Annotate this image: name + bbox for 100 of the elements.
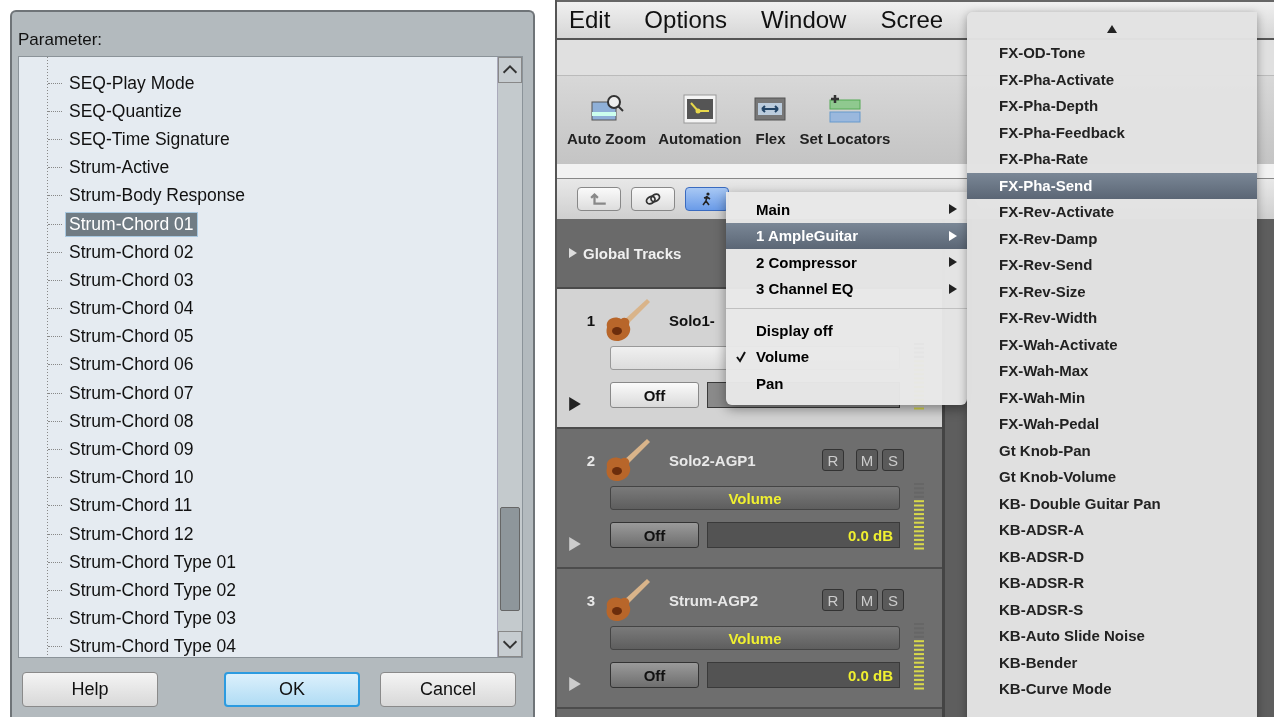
scroll-up-arrow-icon[interactable]: [1107, 25, 1117, 33]
menu-item[interactable]: KB-Auto Slide Noise: [967, 623, 1257, 650]
menu-item[interactable]: FX-Wah-Pedal: [967, 411, 1257, 438]
automation-icon: [682, 93, 717, 124]
menu-item[interactable]: Display off: [726, 317, 967, 344]
track-toggle-button[interactable]: M: [856, 449, 878, 471]
track-name: Solo1-: [669, 311, 715, 329]
submenu-arrow-icon: [949, 283, 957, 294]
menu-item[interactable]: FX-Rev-Size: [967, 278, 1257, 305]
link-button[interactable]: [631, 187, 675, 211]
menu-item[interactable]: FX-Rev-Activate: [967, 199, 1257, 226]
menu-item[interactable]: Gt Knob-Volume: [967, 464, 1257, 491]
track-header[interactable]: 2 Solo2-AGP1 R M S Volume Off 0.0 dB: [557, 429, 942, 569]
off-button[interactable]: Off: [610, 662, 699, 688]
tree-item[interactable]: Strum-Chord 09: [66, 438, 197, 462]
menu-item[interactable]: Options: [644, 6, 728, 34]
off-button[interactable]: Off: [610, 382, 699, 408]
menu-item[interactable]: FX-Wah-Activate: [967, 331, 1257, 358]
tree-item[interactable]: Strum-Chord 08: [66, 409, 197, 433]
menu-item[interactable]: FX-Wah-Max: [967, 358, 1257, 385]
back-arrow-icon: [590, 192, 608, 206]
tree-item[interactable]: Strum-Chord 06: [66, 353, 197, 377]
track-toggle-button[interactable]: S: [882, 449, 904, 471]
tree-item[interactable]: Strum-Chord 04: [66, 297, 197, 321]
tree-item[interactable]: Strum-Body Response: [66, 184, 249, 208]
tree-item[interactable]: SEQ-Time Signature: [66, 127, 233, 151]
tree-item[interactable]: Strum-Chord 07: [66, 381, 197, 405]
dialog-button[interactable]: Help: [22, 672, 158, 707]
disclosure-triangle-icon[interactable]: [569, 397, 581, 411]
menu-item[interactable]: Gt Knob-Pan: [967, 437, 1257, 464]
menu-item[interactable]: KB-Bender: [967, 649, 1257, 676]
disclosure-triangle-icon: [569, 248, 577, 258]
scrollbar[interactable]: [497, 57, 522, 657]
tree-item[interactable]: Strum-Active: [66, 156, 173, 180]
track-number: 2: [585, 451, 596, 469]
tree-item[interactable]: Strum-Chord 03: [66, 268, 197, 292]
track-toggle-button[interactable]: M: [856, 589, 878, 611]
dialog-button[interactable]: Cancel: [380, 672, 516, 707]
tree-item[interactable]: Strum-Chord Type 03: [66, 607, 239, 631]
toolbar-button[interactable]: Set Locators: [795, 93, 895, 147]
scroll-up-icon[interactable]: [498, 57, 522, 83]
off-button[interactable]: Off: [610, 522, 699, 548]
menu-item[interactable]: Edit: [569, 6, 611, 34]
menu-item[interactable]: KB-ADSR-S: [967, 596, 1257, 623]
tree-item[interactable]: Strum-Chord 10: [66, 466, 197, 490]
submenu-arrow-icon: [949, 257, 957, 268]
link-icon: [644, 192, 662, 206]
scroll-down-icon[interactable]: [498, 631, 522, 657]
tree-item[interactable]: Strum-Chord 05: [66, 325, 197, 349]
menu-item[interactable]: 3 Channel EQ: [726, 275, 967, 302]
track-toggle-button[interactable]: S: [882, 589, 904, 611]
menu-item[interactable]: KB-ADSR-D: [967, 543, 1257, 570]
tree-item[interactable]: Strum-Chord 01: [66, 212, 197, 236]
tree-item[interactable]: Strum-Chord 02: [66, 240, 197, 264]
menu-item[interactable]: FX-Rev-Send: [967, 252, 1257, 279]
catch-button[interactable]: [685, 187, 729, 211]
parameter-field[interactable]: Volume: [610, 486, 900, 510]
menu-item[interactable]: FX-Pha-Feedback: [967, 119, 1257, 146]
back-button[interactable]: [577, 187, 621, 211]
menu-item[interactable]: FX-Pha-Depth: [967, 93, 1257, 120]
track-toggle-button[interactable]: R: [822, 449, 844, 471]
tree-item[interactable]: Strum-Chord 11: [66, 494, 196, 518]
level-meter-icon: [913, 622, 925, 692]
track-toggle-button[interactable]: R: [822, 589, 844, 611]
menu-item[interactable]: FX-Wah-Min: [967, 384, 1257, 411]
tree-item[interactable]: Strum-Chord Type 04: [66, 635, 239, 659]
dialog-button[interactable]: OK: [224, 672, 360, 707]
value-display: 0.0 dB: [707, 522, 900, 548]
menu-item[interactable]: 1 AmpleGuitar: [726, 222, 967, 249]
parameter-label: Parameter:: [18, 30, 104, 51]
menu-item[interactable]: Pan: [726, 370, 967, 397]
menu-item[interactable]: KB- Double Guitar Pan: [967, 490, 1257, 517]
menu-item[interactable]: FX-Pha-Activate: [967, 66, 1257, 93]
menu-item[interactable]: KB-ADSR-R: [967, 570, 1257, 597]
menu-item[interactable]: KB-Curve Mode: [967, 676, 1257, 703]
tree-item[interactable]: SEQ-Play Mode: [66, 71, 198, 95]
menu-item[interactable]: Main: [726, 196, 967, 223]
menu-item[interactable]: FX-OD-Tone: [967, 40, 1257, 67]
track-header[interactable]: 3 Strum-AGP2 R M S Volume Off 0.0 dB: [557, 569, 942, 709]
toolbar-button[interactable]: Auto Zoom: [563, 93, 651, 147]
toolbar-button[interactable]: Automation: [654, 93, 746, 147]
menu-item[interactable]: Scree: [880, 6, 944, 34]
menu-item[interactable]: FX-Rev-Width: [967, 305, 1257, 332]
tree-item[interactable]: Strum-Chord Type 02: [66, 578, 239, 602]
submenu-arrow-icon: [949, 204, 957, 215]
parameter-field[interactable]: Volume: [610, 626, 900, 650]
submenu-arrow-icon: [949, 230, 957, 241]
menu-item[interactable]: KB-ADSR-A: [967, 517, 1257, 544]
menu-item[interactable]: FX-Pha-Rate: [967, 146, 1257, 173]
checkmark-icon: [735, 350, 747, 363]
menu-item[interactable]: 2 Compressor: [726, 249, 967, 276]
menu-item[interactable]: FX-Rev-Damp: [967, 225, 1257, 252]
menu-item[interactable]: FX-Pha-Send: [967, 172, 1257, 199]
tree-item[interactable]: SEQ-Quantize: [66, 99, 185, 123]
menu-item[interactable]: Window: [761, 6, 847, 34]
menu-item[interactable]: Volume: [726, 343, 967, 370]
toolbar-button[interactable]: Flex: [749, 93, 792, 147]
tree-item[interactable]: Strum-Chord 12: [66, 522, 197, 546]
scrollbar-thumb[interactable]: [500, 507, 520, 611]
tree-item[interactable]: Strum-Chord Type 01: [66, 550, 239, 574]
